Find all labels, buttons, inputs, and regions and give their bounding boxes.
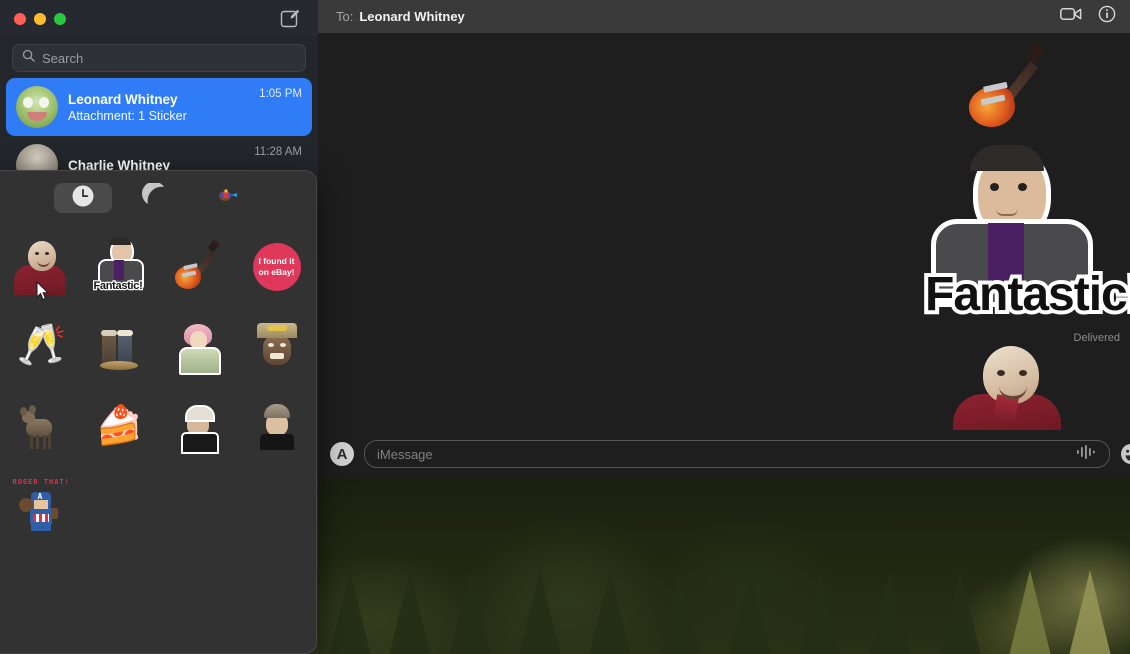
search-icon [22, 49, 35, 67]
conversation-name: Leonard Whitney [68, 91, 178, 107]
sticker-item-electric-guitar[interactable] [158, 233, 237, 301]
conversation-header: To: Leonard Whitney [318, 0, 1130, 33]
header-actions [1060, 5, 1116, 28]
conversation-time: 1:05 PM [259, 88, 302, 100]
clock-icon [71, 184, 95, 213]
emoji-smiley-icon[interactable] [1120, 443, 1130, 465]
avatar [16, 86, 58, 128]
delivery-status: Delivered [1073, 332, 1120, 344]
sticker-grid: Fantastic! I found it on eBay! 🥂 🍰 ROGER… [0, 219, 316, 541]
sticker-item-captain-america[interactable]: ROGER THAT! A [0, 473, 79, 541]
screen: Search Leonard Whitney Attachment: 1 Sti… [0, 0, 1130, 654]
message-column: Fantastic! Delivered [892, 33, 1130, 430]
sticker-glyph: 🥂 [16, 323, 67, 367]
imessage-input[interactable]: iMessage [364, 440, 1110, 468]
sticker-label: Fantastic! [92, 279, 144, 294]
minimize-button[interactable] [34, 13, 46, 25]
sticker-glyph: 🍰 [95, 405, 143, 447]
conversation-item-leonard-whitney[interactable]: Leonard Whitney Attachment: 1 Sticker 1:… [6, 78, 312, 136]
sticker-item-fantastic-man[interactable]: Fantastic! [79, 233, 158, 301]
sticker-item-bald-man-red-shirt[interactable] [0, 233, 79, 301]
sticker-item-cap-man[interactable] [158, 393, 237, 461]
sticker-item-ebay-circle[interactable]: I found it on eBay! [237, 233, 316, 301]
app-store-icon[interactable]: A [330, 442, 354, 466]
compose-icon[interactable] [280, 9, 300, 29]
sticker-item-deer[interactable] [0, 393, 79, 461]
sticker-label: Fantastic! [921, 264, 1130, 325]
close-button[interactable] [14, 13, 26, 25]
colorful-sticker-icon [215, 186, 239, 211]
search-container: Search [0, 36, 318, 78]
video-camera-icon[interactable] [1060, 6, 1082, 27]
window-titlebar [0, 0, 318, 36]
forest-wallpaper-region [318, 478, 1130, 654]
sticker-label: ROGER THAT! [12, 478, 70, 486]
conversation-pane: To: Leonard Whitney Fantastic! Delivered… [318, 0, 1130, 478]
memoji-tab[interactable] [126, 181, 184, 214]
sticker-picker-tabs [0, 171, 316, 219]
stickers-tab[interactable] [198, 183, 256, 213]
search-placeholder: Search [42, 50, 84, 66]
sticker-item-champagne-glasses[interactable]: 🥂 [0, 313, 79, 381]
message-sticker-guitar[interactable] [965, 43, 1049, 132]
sticker-item-figurines[interactable] [79, 313, 158, 381]
recipient-name[interactable]: Leonard Whitney [359, 9, 464, 24]
maximize-button[interactable] [54, 13, 66, 25]
recents-tab[interactable] [54, 183, 112, 213]
message-sticker-bald-man[interactable] [951, 346, 1063, 430]
search-input[interactable]: Search [12, 44, 306, 72]
conversation-time: 11:28 AM [254, 146, 302, 158]
crescent-moon-icon [141, 181, 168, 214]
sticker-item-cake-slice[interactable]: 🍰 [79, 393, 158, 461]
to-label: To: [336, 9, 354, 24]
conversation-snippet: Attachment: 1 Sticker [68, 108, 187, 123]
audio-waveform-icon[interactable] [1075, 444, 1097, 465]
message-thread: Fantastic! Delivered [318, 33, 1130, 430]
conversation-text: Leonard Whitney Attachment: 1 Sticker [68, 91, 249, 124]
sticker-label: I found it on eBay! [258, 256, 295, 277]
sticker-item-pink-hair-woman[interactable] [158, 313, 237, 381]
sticker-item-beanie-man[interactable] [237, 393, 316, 461]
traffic-light-buttons[interactable] [14, 13, 66, 25]
sticker-picker-panel: Fantastic! I found it on eBay! 🥂 🍰 ROGER… [0, 170, 317, 654]
info-circle-icon[interactable] [1098, 5, 1116, 28]
imessage-placeholder: iMessage [377, 446, 433, 462]
message-input-bar: A iMessage [318, 430, 1130, 478]
sticker-item-hat-face[interactable] [237, 313, 316, 381]
message-sticker-fantastic[interactable]: Fantastic! [921, 145, 1130, 330]
